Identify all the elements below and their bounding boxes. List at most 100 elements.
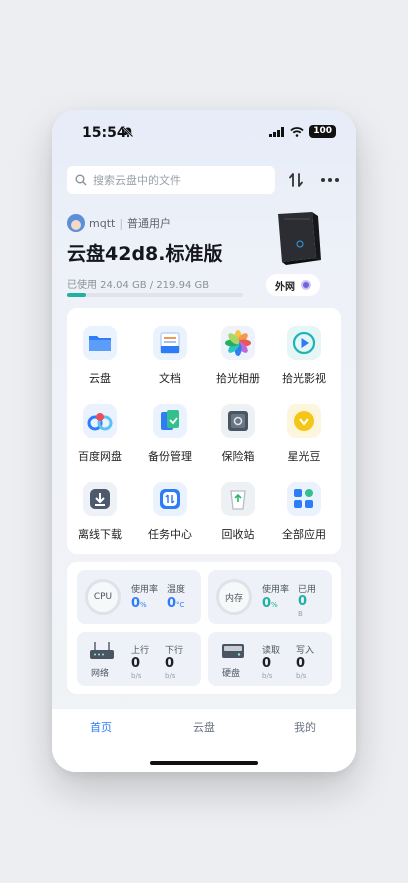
app-star-bean[interactable]: 星光豆 (271, 404, 337, 464)
app-all-apps[interactable]: 全部应用 (271, 482, 337, 542)
memory-usage-value: 0% (262, 596, 278, 611)
download-value: 0 (165, 656, 175, 671)
download-icon (83, 482, 117, 516)
photos-icon (221, 326, 255, 360)
more-icon[interactable] (320, 177, 340, 183)
avatar (67, 214, 85, 232)
disk-write-label: 写入 (296, 646, 315, 656)
device-title: 云盘42d8.标准版 (67, 243, 223, 265)
app-label: 回收站 (221, 528, 255, 541)
cpu-label: CPU (93, 592, 113, 602)
router-icon (90, 642, 114, 659)
backup-icon (153, 404, 187, 438)
disk-label: 硬盘 (222, 669, 241, 679)
phone-screen: 15:54 100 搜索云盘中的文件 mqtt | 普通用户 云盘42d8.标准… (52, 110, 356, 772)
top-actions (288, 172, 340, 188)
search-icon (75, 174, 87, 186)
memory-used-unit: B (298, 610, 303, 618)
upload-label: 上行 (131, 646, 150, 656)
star-bean-icon (287, 404, 321, 438)
tab-mine[interactable]: 我的 (294, 719, 316, 735)
baidu-netdisk-icon (83, 404, 117, 438)
tab-cloud-disk[interactable]: 云盘 (193, 719, 215, 735)
memory-label: 内存 (224, 593, 243, 604)
separator: | (119, 216, 124, 230)
storage-usage-bar (67, 293, 243, 297)
app-backup[interactable]: 备份管理 (137, 404, 203, 464)
network-label: 网络 (91, 669, 110, 679)
app-label: 云盘 (89, 372, 111, 385)
safe-icon (221, 404, 255, 438)
download-unit: b/s (165, 672, 176, 680)
document-icon (153, 326, 187, 360)
network-mode-label: 外网 (275, 281, 295, 293)
app-task-center[interactable]: 任务中心 (137, 482, 203, 542)
app-cloud-disk[interactable]: 云盘 (67, 326, 133, 386)
battery-level: 100 (309, 125, 336, 138)
upload-value: 0 (131, 656, 141, 671)
app-label: 文档 (159, 372, 181, 385)
cpu-usage-value: 0% (131, 596, 147, 611)
app-label: 星光豆 (287, 450, 321, 463)
memory-stat-card[interactable]: 内存 使用率 已用 0% 0 B (208, 570, 332, 624)
home-indicator (150, 761, 258, 765)
search-placeholder: 搜索云盘中的文件 (93, 174, 181, 187)
memory-used-value: 0 (298, 594, 308, 609)
app-baidu-netdisk[interactable]: 百度网盘 (67, 404, 133, 464)
hard-disk-icon (222, 644, 244, 658)
status-time: 15:54 (82, 125, 127, 141)
silent-bell-icon (122, 126, 134, 138)
video-play-icon (287, 326, 321, 360)
app-label: 全部应用 (282, 528, 326, 541)
app-recycle-bin[interactable]: 回收站 (205, 482, 271, 542)
app-label: 备份管理 (148, 450, 192, 463)
network-stat-card[interactable]: 网络 上行 下行 0 0 b/s b/s (77, 632, 201, 686)
nas-device-image (278, 212, 321, 265)
app-offline-download[interactable]: 离线下载 (67, 482, 133, 542)
app-video[interactable]: 拾光影视 (271, 326, 337, 386)
disk-stat-card[interactable]: 硬盘 读取 写入 0 0 b/s b/s (208, 632, 332, 686)
cpu-stat-card[interactable]: CPU 使用率 温度 0% 0°C (77, 570, 201, 624)
search-input[interactable]: 搜索云盘中的文件 (67, 166, 275, 194)
transfer-icon[interactable] (288, 172, 304, 188)
status-indicators: 100 (269, 125, 336, 138)
app-label: 拾光相册 (216, 372, 260, 385)
cpu-usage-label: 使用率 (131, 585, 159, 595)
app-documents[interactable]: 文档 (137, 326, 203, 386)
user-name: mqtt (89, 216, 116, 230)
disk-write-unit: b/s (296, 672, 307, 680)
folder-icon (83, 326, 117, 360)
recycle-bin-icon (221, 482, 255, 516)
app-label: 保险箱 (221, 450, 255, 463)
cpu-temp-value: 0°C (167, 596, 185, 611)
app-label: 拾光影视 (282, 372, 326, 385)
storage-usage-fill (67, 293, 87, 297)
status-bar: 15:54 100 (52, 110, 356, 156)
app-label: 离线下载 (78, 528, 122, 541)
user-info[interactable]: mqtt | 普通用户 (67, 214, 171, 232)
disk-read-label: 读取 (262, 646, 281, 656)
wifi-icon (290, 126, 304, 137)
network-mode-badge[interactable]: 外网 (266, 274, 320, 296)
app-grid: 云盘 文档 拾光相册 拾光影视 百度网盘 备份管理 保险箱 星光豆 离线下载 任… (67, 308, 341, 554)
storage-usage-text: 已使用 24.04 GB / 219.94 GB (67, 280, 210, 291)
upload-unit: b/s (131, 672, 142, 680)
disk-read-value: 0 (262, 656, 272, 671)
disk-write-value: 0 (296, 656, 306, 671)
download-label: 下行 (165, 646, 184, 656)
system-stats-panel: CPU 使用率 温度 0% 0°C 内存 使用率 已用 0% 0 B 网络 上行… (67, 562, 341, 694)
app-safe[interactable]: 保险箱 (205, 404, 271, 464)
network-status-dot (301, 280, 311, 290)
all-apps-icon (287, 482, 321, 516)
cpu-ring: CPU (85, 579, 121, 615)
app-photos[interactable]: 拾光相册 (205, 326, 271, 386)
memory-usage-label: 使用率 (262, 585, 290, 595)
disk-read-unit: b/s (262, 672, 273, 680)
tab-home[interactable]: 首页 (90, 719, 112, 735)
task-center-icon (153, 482, 187, 516)
app-label: 百度网盘 (78, 450, 122, 463)
memory-ring: 内存 (216, 579, 252, 615)
user-role: 普通用户 (127, 217, 172, 230)
cellular-signal-icon (269, 126, 285, 137)
app-label: 任务中心 (148, 528, 192, 541)
